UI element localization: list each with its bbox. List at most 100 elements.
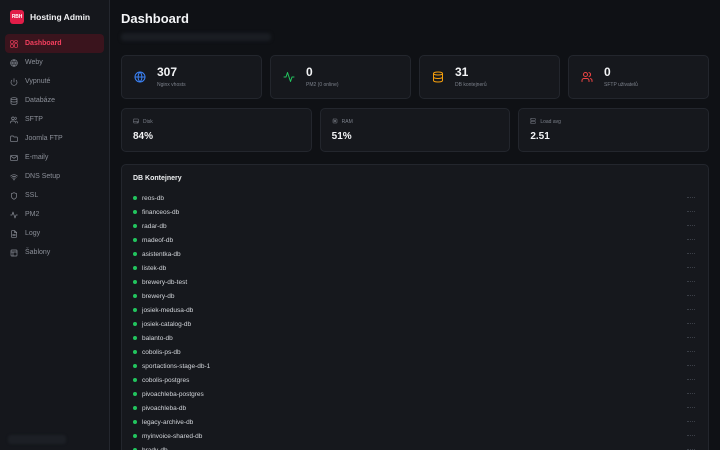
sidebar-item--ablony[interactable]: Šablony — [5, 243, 104, 262]
page-subtitle — [121, 33, 271, 41]
folder-icon — [10, 135, 18, 143]
list-item[interactable]: brewery-db-test — [133, 275, 697, 289]
more-icon[interactable] — [687, 365, 695, 367]
more-icon[interactable] — [687, 351, 695, 353]
sidebar-item-e-maily[interactable]: E-maily — [5, 148, 104, 167]
list-item[interactable]: myinvoice-shared-db — [133, 429, 697, 443]
status-dot — [133, 294, 137, 298]
list-item[interactable]: josiek-medusa-db — [133, 303, 697, 317]
sidebar-item-weby[interactable]: Weby — [5, 53, 104, 72]
db-container-name: cobolis-ps-db — [142, 348, 181, 356]
more-icon[interactable] — [687, 393, 695, 395]
sidebar-item-pm2[interactable]: PM2 — [5, 205, 104, 224]
list-item[interactable]: josiek-catalog-db — [133, 317, 697, 331]
stat-value: 0 — [604, 65, 611, 79]
stats-row: 307 Nginx vhosts 0 PM2 (0 online) 31 DB konte… — [121, 55, 709, 99]
stat-label: SFTP uživatelů — [604, 82, 638, 88]
status-dot — [133, 280, 137, 284]
more-icon[interactable] — [687, 211, 695, 213]
shield-icon — [10, 191, 18, 200]
stat-value: 0 — [306, 65, 313, 79]
more-icon[interactable] — [687, 281, 695, 283]
list-item[interactable]: asistentka-db — [133, 247, 697, 261]
status-dot — [133, 420, 137, 424]
more-icon[interactable] — [687, 295, 695, 297]
resource-label: Disk — [143, 119, 153, 125]
database-icon — [10, 96, 18, 105]
more-icon[interactable] — [687, 253, 695, 255]
resource-value: 51% — [331, 131, 352, 142]
sidebar-item-label: Logy — [25, 230, 41, 237]
sidebar-item-sftp[interactable]: SFTP — [5, 110, 104, 129]
status-dot — [133, 238, 137, 242]
sidebar-item-label: Vypnuté — [25, 78, 51, 85]
sidebar-item-dns-setup[interactable]: DNS Setup — [5, 167, 104, 186]
stat-text: 0 SFTP uživatelů — [604, 65, 638, 89]
resource-label: Load avg — [540, 119, 561, 125]
list-item[interactable]: madeof-db — [133, 233, 697, 247]
db-container-name: madeof-db — [142, 236, 174, 244]
dashboard-icon — [10, 39, 18, 48]
stat-card[interactable]: 31 DB kontejnerů — [419, 55, 560, 99]
list-item[interactable]: brewery-db — [133, 289, 697, 303]
resource-header: Disk — [133, 118, 300, 126]
status-dot — [133, 364, 137, 368]
stat-card[interactable]: 0 SFTP uživatelů — [568, 55, 709, 99]
list-item[interactable]: pivoachleba-postgres — [133, 387, 697, 401]
db-container-name: josiek-medusa-db — [142, 306, 194, 314]
template-icon — [10, 249, 18, 257]
list-item[interactable]: legacy-archive-db — [133, 415, 697, 429]
db-container-name: myinvoice-shared-db — [142, 432, 203, 440]
list-item[interactable]: balanto-db — [133, 331, 697, 345]
more-icon[interactable] — [687, 337, 695, 339]
more-icon[interactable] — [687, 435, 695, 437]
more-icon[interactable] — [687, 407, 695, 409]
sidebar-item-ssl[interactable]: SSL — [5, 186, 104, 205]
resource-header: RAM — [332, 118, 499, 126]
more-icon[interactable] — [687, 239, 695, 241]
resource-value: 2.51 — [530, 131, 550, 142]
wifi-icon — [10, 173, 18, 181]
list-item[interactable]: sportactions-stage-db-1 — [133, 359, 697, 373]
status-dot — [133, 224, 137, 228]
more-icon[interactable] — [687, 197, 695, 199]
brand[interactable]: RBH Hosting Admin — [0, 0, 109, 26]
sidebar-item-logy[interactable]: Logy — [5, 224, 104, 243]
mail-icon — [10, 154, 18, 162]
db-container-name: pivoachleba-db — [142, 404, 187, 412]
more-icon[interactable] — [687, 267, 695, 269]
list-item[interactable]: radar-db — [133, 219, 697, 233]
stat-card[interactable]: 307 Nginx vhosts — [121, 55, 262, 99]
sidebar-item-dashboard[interactable]: Dashboard — [5, 34, 104, 53]
more-icon[interactable] — [687, 379, 695, 381]
list-item[interactable]: financeos-db — [133, 205, 697, 219]
status-dot — [133, 252, 137, 256]
more-icon[interactable] — [687, 323, 695, 325]
db-container-name: brewery-db — [142, 292, 175, 300]
db-container-name: josiek-catalog-db — [142, 320, 192, 328]
list-item[interactable]: hrady-db — [133, 443, 697, 450]
stat-label: Nginx vhosts — [157, 82, 186, 88]
more-icon[interactable] — [687, 309, 695, 311]
db-panel: DB Kontejnery reos-db financeos-db radar-d… — [121, 164, 709, 450]
db-container-name: sportactions-stage-db-1 — [142, 362, 211, 370]
list-item[interactable]: cobolis-ps-db — [133, 345, 697, 359]
stat-label: PM2 (0 online) — [306, 82, 339, 88]
list-item[interactable]: listek-db — [133, 261, 697, 275]
sidebar-item-joomla-ftp[interactable]: Joomla FTP — [5, 129, 104, 148]
list-item[interactable]: pivoachleba-db — [133, 401, 697, 415]
brand-name: Hosting Admin — [30, 12, 91, 22]
sidebar-item-label: DNS Setup — [25, 173, 61, 180]
sidebar-item-label: Šablony — [25, 249, 51, 256]
list-item[interactable]: cobolis-postgres — [133, 373, 697, 387]
activity-icon — [10, 211, 18, 219]
list-item[interactable]: reos-db — [133, 191, 697, 205]
sidebar-item-datab-ze[interactable]: Databáze — [5, 91, 104, 110]
stat-card[interactable]: 0 PM2 (0 online) — [270, 55, 411, 99]
db-container-name: hrady-db — [142, 446, 168, 450]
db-container-name: listek-db — [142, 264, 167, 272]
sidebar-item-vypnut-[interactable]: Vypnuté — [5, 72, 104, 91]
more-icon[interactable] — [687, 421, 695, 423]
more-icon[interactable] — [687, 225, 695, 227]
db-container-name: cobolis-postgres — [142, 376, 190, 384]
